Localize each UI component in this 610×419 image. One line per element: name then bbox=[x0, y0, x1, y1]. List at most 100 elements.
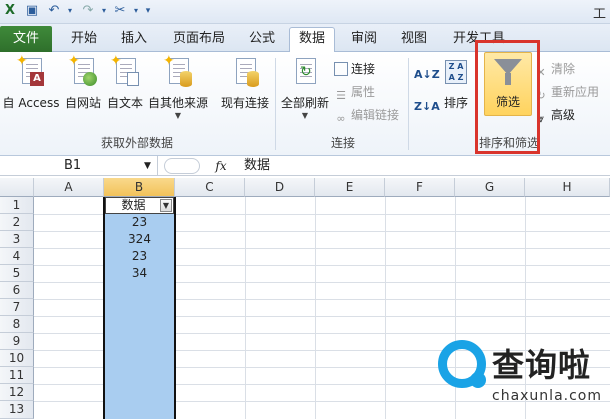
column-header-d[interactable]: D bbox=[245, 178, 315, 197]
row-header[interactable]: 7 bbox=[0, 299, 34, 316]
cell-b3[interactable]: 324 bbox=[104, 231, 175, 248]
watermark-dot bbox=[470, 372, 486, 388]
from-other-sources-button[interactable]: ✦ 自其他来源 ▼ bbox=[146, 54, 210, 120]
tab-insert[interactable]: 插入 bbox=[114, 28, 154, 52]
text-file-icon: ✦ bbox=[110, 54, 140, 88]
chevron-down-icon: ▼ bbox=[301, 111, 309, 120]
connections-label: 连接 bbox=[351, 62, 376, 76]
column-header-e[interactable]: E bbox=[315, 178, 385, 197]
tab-page-layout[interactable]: 页面布局 bbox=[166, 28, 232, 52]
row-header[interactable]: 11 bbox=[0, 367, 34, 384]
row-header[interactable]: 1 bbox=[0, 197, 34, 214]
row-header[interactable]: 3 bbox=[0, 231, 34, 248]
cell-b5[interactable]: 34 bbox=[104, 265, 175, 282]
watermark-url: chaxunla.com bbox=[492, 388, 602, 404]
connections-button[interactable]: 连接 bbox=[334, 60, 375, 78]
tab-formulas[interactable]: 公式 bbox=[242, 28, 282, 52]
tab-review[interactable]: 审阅 bbox=[344, 28, 384, 52]
from-access-button[interactable]: ✦ A 自 Access bbox=[0, 54, 62, 111]
row-header[interactable]: 9 bbox=[0, 333, 34, 350]
name-box-dropdown-icon[interactable]: ▼ bbox=[144, 156, 151, 176]
chevron-down-icon: ▼ bbox=[174, 111, 182, 120]
row-header[interactable]: 8 bbox=[0, 316, 34, 333]
group-label-connections: 连接 bbox=[330, 136, 355, 150]
sort-descending-button[interactable]: Z↓A bbox=[414, 98, 440, 116]
refresh-all-button[interactable]: ↻ 全部刷新 ▼ bbox=[278, 54, 332, 120]
properties-label: 属性 bbox=[351, 85, 376, 99]
advanced-button[interactable]: ⩔ 高级 bbox=[534, 106, 576, 125]
window-title: 工 bbox=[592, 7, 606, 22]
column-header-h[interactable]: H bbox=[525, 178, 610, 197]
row-header[interactable]: 10 bbox=[0, 350, 34, 367]
name-box[interactable]: B1 bbox=[0, 156, 158, 176]
cell-b2[interactable]: 23 bbox=[104, 214, 175, 231]
excel-app-icon[interactable]: X bbox=[2, 3, 18, 19]
formula-bar: B1 ▼ fx 数据 bbox=[0, 156, 610, 176]
from-text-label: 自文本 bbox=[106, 96, 143, 110]
sort-button[interactable]: Z AA Z 排序 bbox=[438, 54, 474, 111]
customize-toolbar-icon[interactable]: ▾ bbox=[140, 3, 156, 19]
watermark-title: 查询啦 bbox=[492, 346, 592, 384]
from-web-button[interactable]: ✦ 自网站 bbox=[62, 54, 104, 111]
cell-b4[interactable]: 23 bbox=[104, 248, 175, 265]
sort-icon: Z AA Z bbox=[441, 54, 471, 88]
from-text-button[interactable]: ✦ 自文本 bbox=[104, 54, 146, 111]
tab-home[interactable]: 开始 bbox=[64, 28, 104, 52]
refresh-all-label: 全部刷新 bbox=[280, 96, 329, 110]
column-header-b[interactable]: B bbox=[104, 178, 175, 197]
insert-function-button[interactable]: fx bbox=[210, 156, 232, 176]
properties-icon: ☰ bbox=[336, 89, 346, 102]
globe-icon: ✦ bbox=[68, 54, 98, 88]
column-header-f[interactable]: F bbox=[385, 178, 455, 197]
group-separator bbox=[275, 58, 276, 150]
database-icon: ✦ bbox=[163, 54, 193, 88]
clear-label: 清除 bbox=[551, 62, 576, 76]
undo-icon[interactable]: ↶ bbox=[46, 3, 62, 19]
existing-connections-button[interactable]: 现有连接 bbox=[216, 54, 274, 111]
redo-icon[interactable]: ↷ bbox=[80, 3, 96, 19]
connections-icon bbox=[334, 62, 348, 76]
from-web-label: 自网站 bbox=[64, 96, 101, 110]
reapply-label: 重新应用 bbox=[551, 85, 600, 99]
row-header[interactable]: 5 bbox=[0, 265, 34, 282]
tool-icon[interactable]: ✂ bbox=[112, 3, 128, 19]
formula-bar-divider bbox=[164, 158, 200, 174]
from-access-label: 自 Access bbox=[2, 96, 60, 110]
column-header-g[interactable]: G bbox=[455, 178, 525, 197]
sort-label: 排序 bbox=[443, 96, 468, 110]
group-label-external-data: 获取外部数据 bbox=[100, 136, 173, 150]
existing-connections-label: 现有连接 bbox=[220, 96, 269, 110]
column-header-a[interactable]: A bbox=[34, 178, 104, 197]
reapply-button[interactable]: ↻ 重新应用 bbox=[534, 83, 600, 102]
row-header[interactable]: 4 bbox=[0, 248, 34, 265]
row-header[interactable]: 13 bbox=[0, 401, 34, 419]
watermark-logo: 查询啦 chaxunla.com bbox=[438, 338, 608, 416]
undo-dropdown-icon[interactable]: ▾ bbox=[62, 3, 78, 19]
existing-connections-icon bbox=[230, 54, 260, 88]
save-icon[interactable]: ▣ bbox=[24, 3, 40, 19]
tab-data[interactable]: 数据 bbox=[289, 27, 335, 53]
column-header-c[interactable]: C bbox=[175, 178, 245, 197]
select-all-corner[interactable] bbox=[0, 178, 34, 197]
sort-ascending-button[interactable]: A↓Z bbox=[414, 66, 440, 84]
tab-file[interactable]: 文件 bbox=[0, 26, 52, 52]
row-header[interactable]: 2 bbox=[0, 214, 34, 231]
link-icon: ∞ bbox=[336, 112, 346, 125]
tab-view[interactable]: 视图 bbox=[394, 28, 434, 52]
refresh-icon: ↻ bbox=[290, 54, 320, 88]
edit-links-label: 编辑链接 bbox=[351, 108, 400, 122]
row-header[interactable]: 6 bbox=[0, 282, 34, 299]
group-separator bbox=[408, 58, 409, 150]
quick-access-toolbar: X ▣ ↶ ▾ ↷ ▾ ✂ ▾ ▾ 工 bbox=[0, 0, 610, 24]
formula-input[interactable]: 数据 bbox=[244, 156, 270, 176]
advanced-label: 高级 bbox=[551, 108, 576, 122]
access-icon: ✦ A bbox=[16, 54, 46, 88]
row-header[interactable]: 12 bbox=[0, 384, 34, 401]
redo-dropdown-icon[interactable]: ▾ bbox=[96, 3, 112, 19]
edit-links-button[interactable]: ∞ 编辑链接 bbox=[334, 106, 400, 125]
properties-button[interactable]: ☰ 属性 bbox=[334, 83, 376, 102]
filter-highlight-box bbox=[475, 40, 540, 154]
filter-dropdown-arrow-icon[interactable]: ▼ bbox=[160, 199, 172, 212]
clear-button[interactable]: ✕ 清除 bbox=[534, 60, 576, 79]
from-other-sources-label: 自其他来源 bbox=[147, 96, 208, 110]
